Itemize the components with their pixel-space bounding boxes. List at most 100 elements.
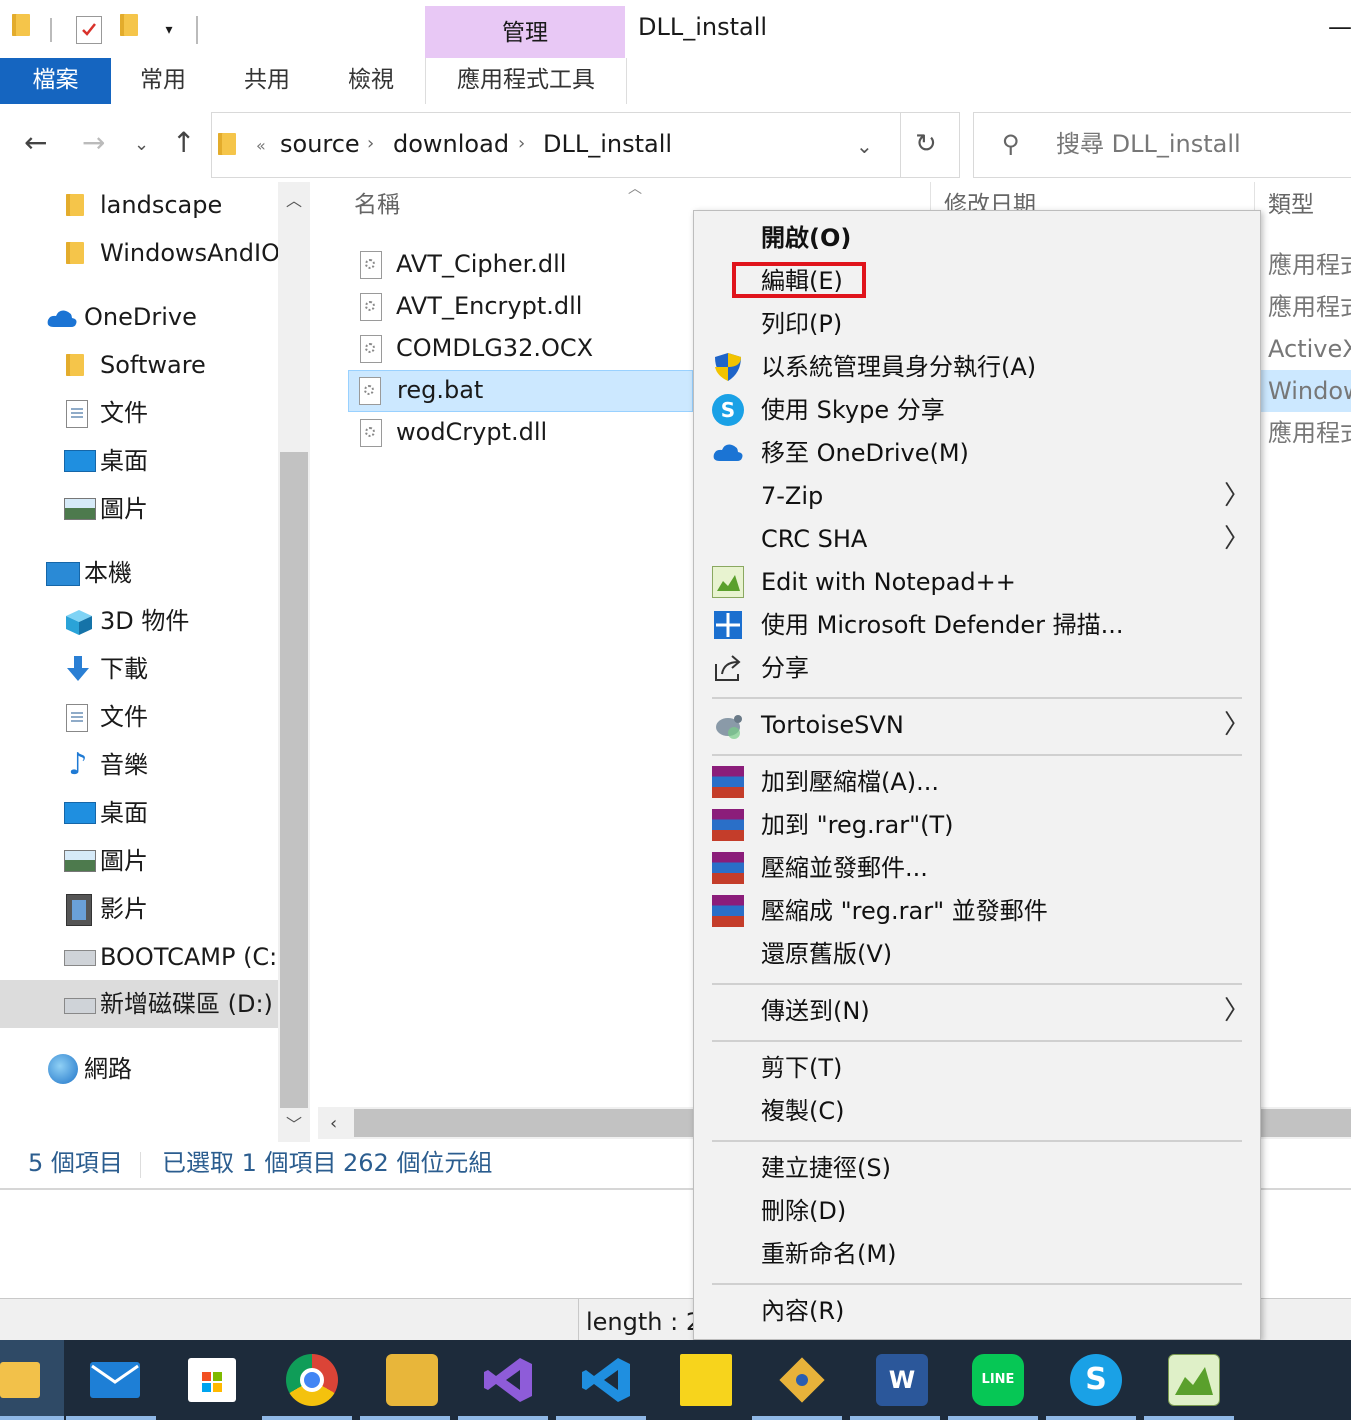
nav-item-windowsandio[interactable]: WindowsAndIO: [0, 230, 278, 276]
winrar-icon: [712, 809, 744, 841]
menu-item-edit[interactable]: 編輯(E): [694, 260, 1260, 303]
nav-item-3d-objects[interactable]: 3D 物件: [0, 598, 278, 644]
nav-item-software[interactable]: Software: [0, 342, 278, 388]
menu-item-add-to-archive[interactable]: 加到壓縮檔(A)...: [694, 761, 1260, 804]
folder-icon[interactable]: [12, 14, 30, 36]
nav-item-landscape[interactable]: landscape: [0, 182, 278, 228]
breadcrumb-source[interactable]: source: [280, 129, 360, 159]
scroll-thumb[interactable]: [280, 452, 308, 1108]
menu-item-defender[interactable]: 使用 Microsoft Defender 掃描...: [694, 604, 1260, 647]
menu-item-notepadpp[interactable]: Edit with Notepad++: [694, 561, 1260, 604]
chrome-icon[interactable]: [286, 1354, 338, 1406]
notepad-icon[interactable]: [1168, 1354, 1220, 1406]
menu-item-onedrive[interactable]: 移至 OneDrive(M): [694, 432, 1260, 475]
menu-item-open[interactable]: 開啟(O): [694, 217, 1260, 260]
nav-item-pictures-2[interactable]: 圖片: [0, 838, 278, 884]
nav-item-drive-c[interactable]: BOOTCAMP (C:): [0, 934, 278, 980]
nav-item-music[interactable]: ♪ 音樂: [0, 742, 278, 788]
scroll-left-icon[interactable]: ‹: [330, 1109, 337, 1139]
file-explorer-icon[interactable]: [0, 1362, 40, 1398]
menu-item-compress-reg-rar-email[interactable]: 壓縮成 "reg.rar" 並發郵件: [694, 890, 1260, 933]
customize-dropdown-icon[interactable]: ▾: [158, 18, 180, 42]
tab-share[interactable]: 共用: [215, 58, 319, 104]
nav-item-documents[interactable]: 文件: [0, 390, 278, 436]
menu-item-print[interactable]: 列印(P): [694, 303, 1260, 346]
sticky-notes-icon[interactable]: [680, 1354, 732, 1406]
menu-item-crc-sha[interactable]: CRC SHA 〉: [694, 518, 1260, 561]
word-icon[interactable]: W: [876, 1354, 928, 1406]
submenu-arrow-icon: 〉: [1224, 524, 1251, 554]
address-bar[interactable]: « source › download › DLL_install ⌄: [211, 112, 901, 178]
breadcrumb-download[interactable]: download: [393, 129, 509, 159]
menu-item-add-to-reg-rar[interactable]: 加到 "reg.rar"(T): [694, 804, 1260, 847]
file-row[interactable]: AVT_Cipher.dll: [348, 244, 693, 286]
breadcrumb-dll-install[interactable]: DLL_install: [543, 129, 672, 159]
drive-icon: [64, 998, 96, 1014]
scroll-down-icon[interactable]: ﹀: [286, 1110, 302, 1140]
tab-home[interactable]: 常用: [111, 58, 215, 104]
menu-item-run-as-admin[interactable]: 以系統管理員身分執行(A): [694, 346, 1260, 389]
file-row[interactable]: COMDLG32.OCX: [348, 328, 693, 370]
mail-icon[interactable]: [90, 1362, 140, 1398]
menu-item-tortoisesvn[interactable]: TortoiseSVN 〉: [694, 704, 1260, 747]
file-row[interactable]: AVT_Encrypt.dll: [348, 286, 693, 328]
nav-item-videos[interactable]: 影片: [0, 886, 278, 932]
nav-item-onedrive[interactable]: OneDrive: [0, 294, 278, 340]
nav-item-this-pc[interactable]: 本機: [0, 550, 278, 596]
menu-item-cut[interactable]: 剪下(T): [694, 1047, 1260, 1090]
running-indicator: [1046, 1416, 1136, 1420]
running-indicator: [948, 1416, 1038, 1420]
up-icon[interactable]: ↑: [172, 128, 195, 158]
search-input[interactable]: 搜尋 DLL_install: [1056, 129, 1241, 159]
nav-item-network[interactable]: 網路: [0, 1046, 278, 1092]
git-icon[interactable]: [776, 1354, 828, 1406]
line-icon[interactable]: LINE: [972, 1354, 1024, 1406]
history-dropdown-icon[interactable]: ⌄: [856, 131, 873, 161]
new-folder-icon[interactable]: [120, 14, 138, 36]
nav-item-downloads[interactable]: 下載: [0, 646, 278, 692]
recent-locations-icon[interactable]: ⌄: [134, 130, 149, 160]
database-tool-icon[interactable]: [386, 1354, 438, 1406]
file-row-selected[interactable]: reg.bat: [348, 370, 693, 412]
nav-scrollbar[interactable]: ︿ ﹀: [278, 182, 310, 1142]
menu-item-delete[interactable]: 刪除(D): [694, 1190, 1260, 1233]
minimize-button[interactable]: —: [1328, 12, 1351, 42]
menu-item-label: 使用 Skype 分享: [761, 396, 945, 424]
tab-view[interactable]: 檢視: [319, 58, 423, 104]
menu-item-7zip[interactable]: 7-Zip 〉: [694, 475, 1260, 518]
nav-item-desktop-2[interactable]: 桌面: [0, 790, 278, 836]
scroll-up-icon[interactable]: ︿: [286, 186, 302, 216]
menu-item-share[interactable]: 分享: [694, 647, 1260, 690]
file-row[interactable]: wodCrypt.dll: [348, 412, 693, 454]
desktop-icon: [64, 802, 96, 824]
menu-item-label: 加到壓縮檔(A)...: [761, 768, 940, 796]
nav-item-documents-2[interactable]: 文件: [0, 694, 278, 740]
nav-item-desktop[interactable]: 桌面: [0, 438, 278, 484]
menu-item-create-shortcut[interactable]: 建立捷徑(S): [694, 1147, 1260, 1190]
breadcrumb-overflow[interactable]: «: [256, 131, 266, 161]
uac-shield-icon: [712, 351, 744, 383]
menu-item-properties[interactable]: 內容(R): [694, 1290, 1260, 1333]
vscode-icon[interactable]: [580, 1354, 632, 1406]
properties-icon[interactable]: [76, 16, 102, 44]
visual-studio-icon[interactable]: [482, 1354, 534, 1406]
menu-item-restore-previous[interactable]: 還原舊版(V): [694, 933, 1260, 976]
refresh-button[interactable]: ↻: [899, 112, 960, 178]
nav-item-drive-d[interactable]: 新增磁碟區 (D:): [0, 980, 278, 1028]
store-icon[interactable]: [188, 1358, 236, 1402]
menu-item-compress-email[interactable]: 壓縮並發郵件...: [694, 847, 1260, 890]
menu-item-copy[interactable]: 複製(C): [694, 1090, 1260, 1133]
back-icon[interactable]: ←: [24, 128, 47, 158]
column-header-type[interactable]: 類型: [1268, 190, 1314, 220]
skype-icon[interactable]: S: [1070, 1354, 1122, 1406]
menu-item-send-to[interactable]: 傳送到(N) 〉: [694, 990, 1260, 1033]
search-box[interactable]: ⚲ 搜尋 DLL_install: [973, 112, 1351, 178]
tab-app-tools[interactable]: 應用程式工具: [425, 58, 627, 104]
running-indicator: [0, 1416, 64, 1420]
menu-item-rename[interactable]: 重新命名(M): [694, 1233, 1260, 1276]
nav-item-pictures[interactable]: 圖片: [0, 486, 278, 532]
tab-file[interactable]: 檔案: [0, 58, 111, 104]
column-header-name[interactable]: 名稱: [354, 190, 400, 220]
menu-item-skype-share[interactable]: S 使用 Skype 分享: [694, 389, 1260, 432]
forward-icon[interactable]: →: [82, 128, 105, 158]
